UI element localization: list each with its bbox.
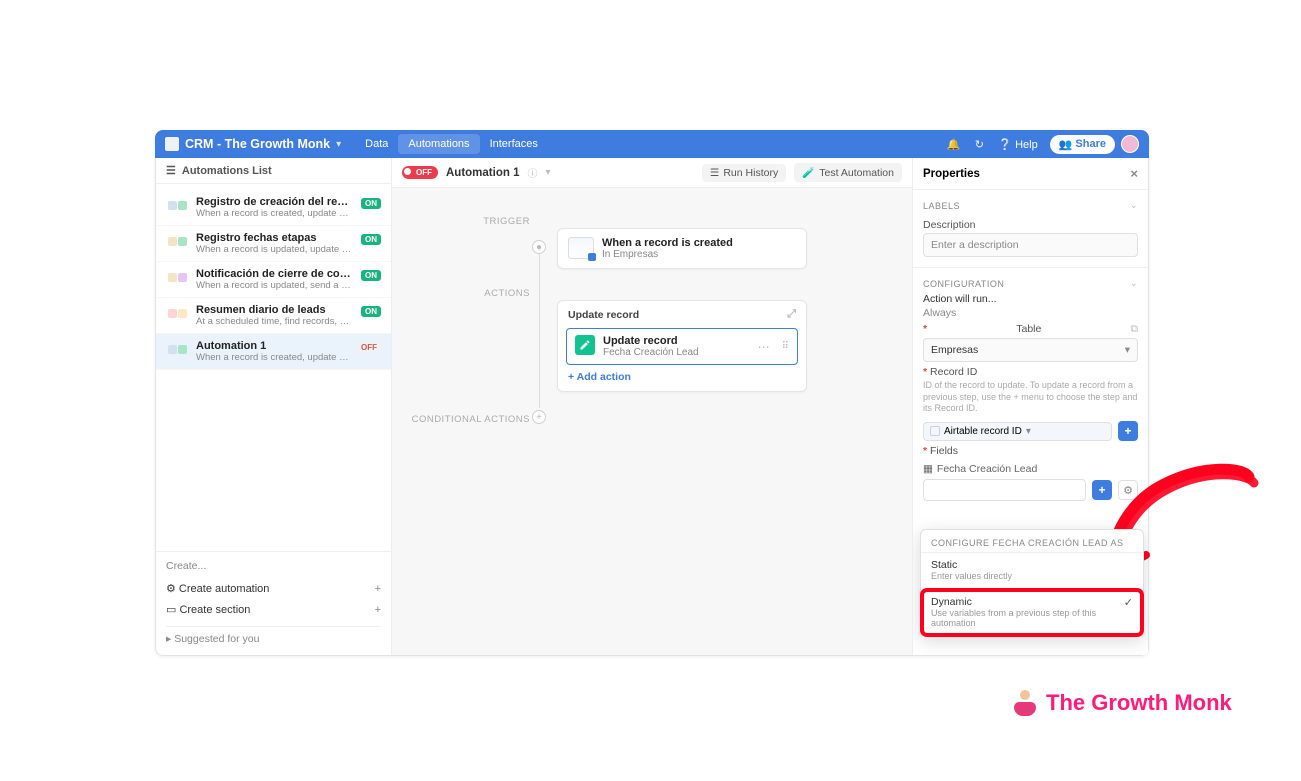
automation-list: Registro de creación del registroWhen a …: [156, 184, 391, 551]
expand-icon[interactable]: ⤢: [787, 308, 796, 321]
item-icon: [166, 233, 188, 249]
automation-item[interactable]: Notificación de cierre de contratoWhen a…: [156, 262, 391, 298]
field-value-input[interactable]: [923, 479, 1086, 501]
properties-panel: Properties × LABELS⌄ Description Enter a…: [912, 158, 1148, 655]
automation-name[interactable]: Automation 1: [446, 167, 519, 179]
gear-icon[interactable]: ⚙: [1118, 480, 1138, 500]
sidebar-title: ☰ Automations List: [156, 158, 391, 184]
trigger-label: TRIGGER: [442, 216, 530, 227]
help-button[interactable]: ❔ Help: [998, 138, 1037, 151]
popover-option-dynamic[interactable]: ✓ Dynamic Use variables from a previous …: [921, 589, 1143, 636]
tab-interfaces[interactable]: Interfaces: [480, 134, 548, 154]
add-value-button[interactable]: +: [1092, 480, 1112, 500]
calendar-icon: ▦: [923, 463, 933, 475]
item-icon: [166, 269, 188, 285]
action-node[interactable]: Update record ⤢ Update record Fecha Crea…: [557, 300, 807, 392]
run-history-button[interactable]: ☰ Run History: [702, 164, 786, 182]
grid-icon: [568, 237, 594, 259]
more-icon[interactable]: ⋯: [758, 340, 770, 354]
automation-item[interactable]: Registro de creación del registroWhen a …: [156, 190, 391, 226]
tab-data[interactable]: Data: [355, 134, 398, 154]
app-logo-icon: [165, 137, 179, 151]
chevron-down-icon[interactable]: ▾: [545, 167, 550, 178]
app-window: CRM - The Growth Monk ▾ Data Automations…: [155, 130, 1149, 656]
main: ☰ Automations List Registro de creación …: [155, 158, 1149, 656]
pencil-icon: [575, 335, 595, 355]
monk-icon: [1012, 690, 1038, 716]
status-badge: OFF: [357, 342, 381, 353]
tag-icon: [930, 426, 940, 436]
close-icon[interactable]: ×: [1130, 166, 1138, 181]
item-icon: [166, 305, 188, 321]
flow-canvas[interactable]: TRIGGER ACTIONS CONDITIONAL ACTIONS ● + …: [392, 188, 912, 655]
popover-option-static[interactable]: Static Enter values directly: [921, 552, 1143, 589]
history-icon[interactable]: ↻: [968, 133, 990, 155]
status-badge: ON: [361, 198, 381, 209]
create-automation[interactable]: ⚙ Create automation+: [166, 578, 381, 599]
status-toggle[interactable]: OFF: [402, 166, 438, 179]
table-link-icon[interactable]: ⧉: [1130, 323, 1138, 336]
action-header: Update record: [568, 309, 639, 321]
add-token-button[interactable]: +: [1118, 421, 1138, 441]
table-select[interactable]: Empresas▾: [923, 338, 1138, 362]
trigger-node[interactable]: When a record is created In Empresas: [557, 228, 807, 269]
brand-watermark: The Growth Monk: [1012, 690, 1232, 716]
item-icon: [166, 341, 188, 357]
add-action-button[interactable]: + Add action: [558, 365, 806, 383]
create-section[interactable]: ▭ Create section+: [166, 599, 381, 620]
status-badge: ON: [361, 270, 381, 281]
tab-automations[interactable]: Automations: [398, 134, 479, 154]
avatar[interactable]: [1121, 135, 1139, 153]
suggested-link[interactable]: ▸ Suggested for you: [166, 627, 381, 651]
bell-icon[interactable]: 🔔: [942, 133, 964, 155]
add-conditional-icon[interactable]: +: [532, 410, 546, 424]
automation-item[interactable]: Registro fechas etapasWhen a record is u…: [156, 226, 391, 262]
record-id-chip[interactable]: Airtable record ID▾: [923, 422, 1112, 441]
conditional-label: CONDITIONAL ACTIONS: [402, 414, 530, 425]
base-title[interactable]: CRM - The Growth Monk: [185, 137, 330, 151]
sidebar-create: Create... ⚙ Create automation+ ▭ Create …: [156, 551, 391, 655]
test-automation-button[interactable]: 🧪 Test Automation: [794, 163, 902, 182]
info-icon[interactable]: ⓘ: [527, 165, 537, 180]
list-icon: ☰: [166, 164, 176, 177]
configure-popover: CONFIGURE FECHA CREACIÓN LEAD AS Static …: [920, 529, 1144, 637]
actions-label: ACTIONS: [442, 288, 530, 299]
chevron-down-icon[interactable]: ⌄: [1130, 200, 1138, 211]
chevron-down-icon[interactable]: ▾: [336, 139, 341, 150]
topbar: CRM - The Growth Monk ▾ Data Automations…: [155, 130, 1149, 158]
panel-title: Properties: [923, 168, 980, 180]
action-step[interactable]: Update record Fecha Creación Lead ⋯ ⠿: [566, 328, 798, 365]
share-button[interactable]: 👥 Share: [1050, 135, 1115, 154]
drag-handle-icon[interactable]: ⠿: [782, 341, 789, 352]
chevron-down-icon[interactable]: ⌄: [1130, 278, 1138, 289]
check-icon: ✓: [1124, 596, 1133, 609]
automation-item[interactable]: Resumen diario de leadsAt a scheduled ti…: [156, 298, 391, 334]
status-badge: ON: [361, 234, 381, 245]
automation-item-selected[interactable]: Automation 1When a record is created, up…: [156, 334, 391, 370]
item-icon: [166, 197, 188, 213]
canvas: OFF Automation 1 ⓘ ▾ ☰ Run History 🧪 Tes…: [392, 158, 912, 655]
sidebar: ☰ Automations List Registro de creación …: [156, 158, 392, 655]
status-badge: ON: [361, 306, 381, 317]
canvas-header: OFF Automation 1 ⓘ ▾ ☰ Run History 🧪 Tes…: [392, 158, 912, 188]
add-trigger-icon[interactable]: ●: [532, 240, 546, 254]
description-input[interactable]: Enter a description: [923, 233, 1138, 257]
